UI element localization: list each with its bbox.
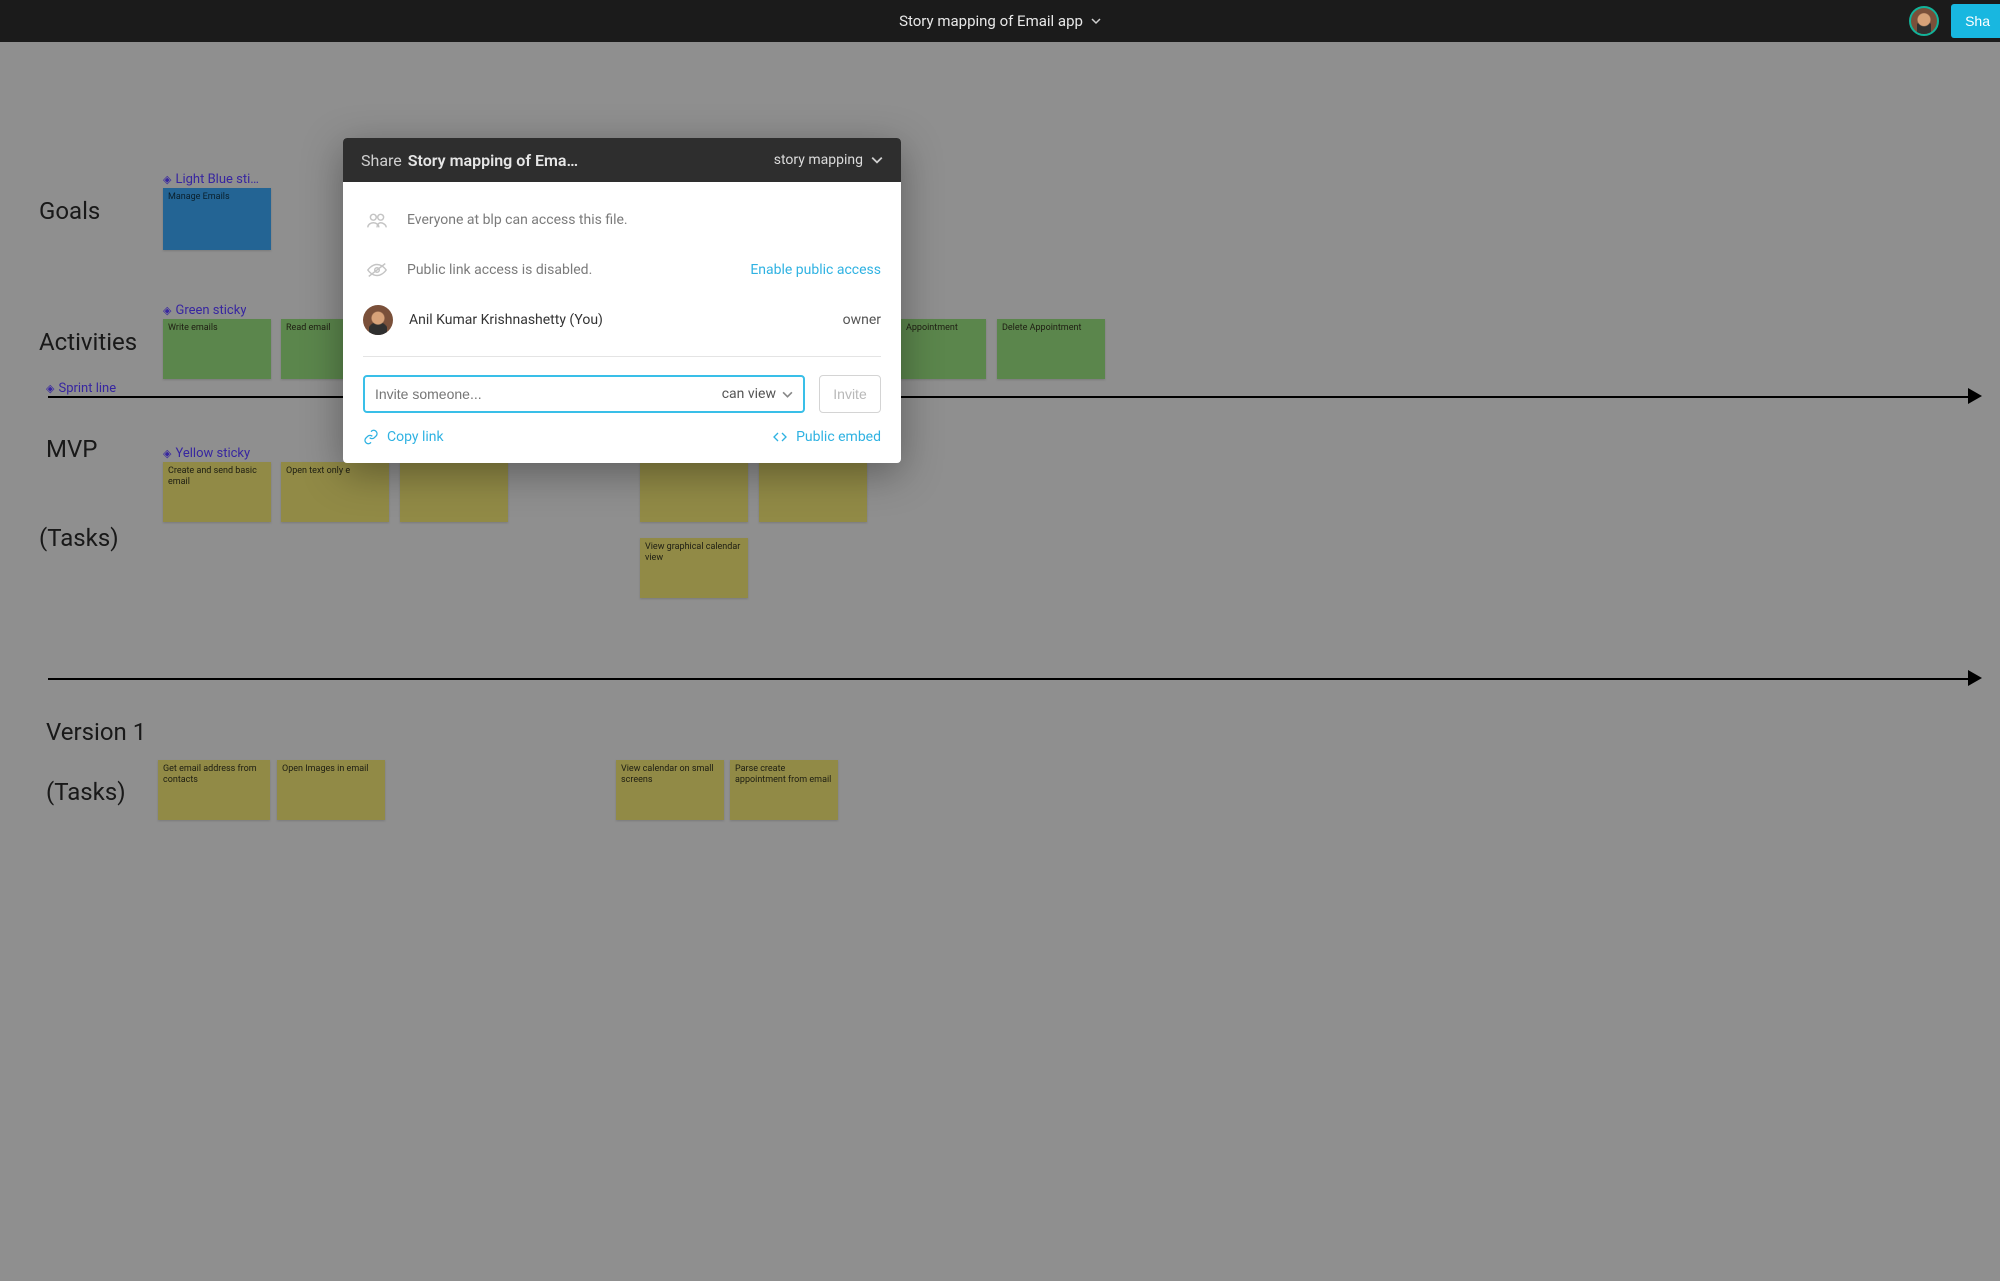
share-button[interactable]: Sha xyxy=(1951,4,2000,38)
board-title: Story mapping of Email app xyxy=(899,12,1083,30)
modal-overlay[interactable] xyxy=(0,42,2000,1281)
share-modal: Share Story mapping of Ema… story mappin… xyxy=(343,138,901,463)
public-access-text: Public link access is disabled. xyxy=(407,262,734,278)
public-access-row: Public link access is disabled. Enable p… xyxy=(363,250,881,290)
invite-button[interactable]: Invite xyxy=(819,375,881,413)
enable-public-access-link[interactable]: Enable public access xyxy=(750,262,881,278)
chevron-down-icon xyxy=(782,389,793,400)
people-icon xyxy=(363,211,391,229)
invite-input[interactable] xyxy=(365,386,712,402)
topbar: Story mapping of Email app Sha xyxy=(0,0,2000,42)
eye-off-icon xyxy=(363,261,391,279)
chevron-down-icon xyxy=(1091,16,1101,26)
share-user-name: Anil Kumar Krishnashetty (You) xyxy=(409,312,827,328)
org-access-row: Everyone at blp can access this file. xyxy=(363,200,881,240)
link-icon xyxy=(363,429,379,445)
share-user-row: Anil Kumar Krishnashetty (You) owner xyxy=(363,300,881,340)
copy-link-button[interactable]: Copy link xyxy=(363,429,444,445)
share-user-role: owner xyxy=(843,312,881,328)
invite-box: can view xyxy=(363,375,805,413)
share-category-dropdown[interactable]: story mapping xyxy=(774,152,883,168)
avatar[interactable] xyxy=(1909,6,1939,36)
code-icon xyxy=(772,429,788,445)
share-board-name: Story mapping of Ema… xyxy=(408,151,578,170)
chevron-down-icon xyxy=(871,154,883,166)
share-modal-header: Share Story mapping of Ema… story mappin… xyxy=(343,138,901,182)
share-prefix: Share xyxy=(361,151,402,170)
org-access-text: Everyone at blp can access this file. xyxy=(407,212,881,228)
share-modal-body: Everyone at blp can access this file. Pu… xyxy=(343,182,901,463)
divider xyxy=(363,356,881,357)
permission-dropdown[interactable]: can view xyxy=(712,386,803,402)
public-embed-button[interactable]: Public embed xyxy=(772,429,881,445)
invite-row: can view Invite xyxy=(363,375,881,413)
avatar xyxy=(363,305,393,335)
topbar-right: Sha xyxy=(1909,0,2000,42)
board-title-dropdown[interactable]: Story mapping of Email app xyxy=(899,12,1101,30)
share-footer: Copy link Public embed xyxy=(363,429,881,445)
